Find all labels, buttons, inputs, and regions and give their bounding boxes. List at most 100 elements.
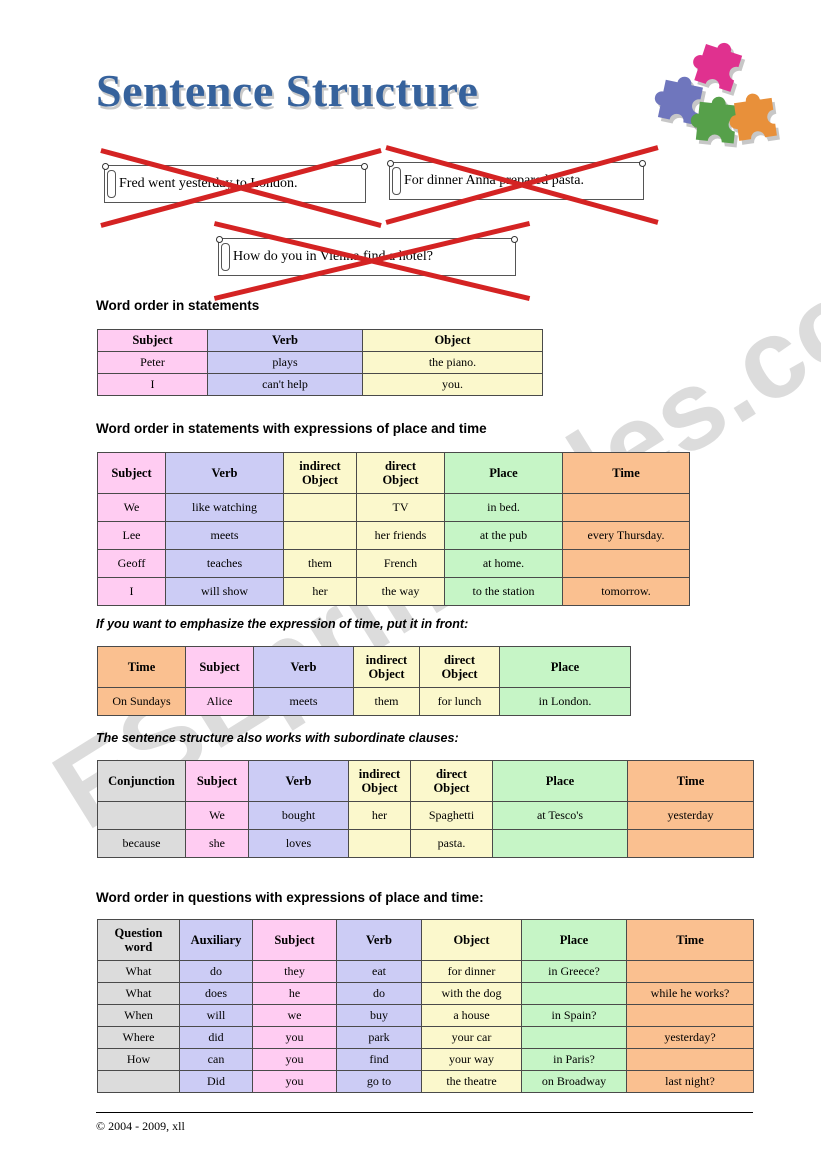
- table-questions: Question word Auxiliary Subject Verb Object Pl…: [97, 919, 754, 1093]
- caption-subordinate-clauses: The sentence structure also works with s…: [96, 731, 459, 745]
- table-cell: a house: [421, 1004, 522, 1027]
- table-cell: go to: [336, 1070, 422, 1093]
- column-header-verb: Verb: [336, 919, 422, 961]
- table-cell: Lee: [97, 521, 166, 550]
- table-cell: teaches: [165, 549, 284, 578]
- table-header-row: Subject Verb indirect Object direct Object Pla…: [97, 452, 690, 494]
- wrong-sentence-box-1: Fred went yesterday to London.: [102, 163, 368, 203]
- table-cell: you.: [362, 373, 543, 396]
- table-header-row: Subject Verb Object: [97, 329, 543, 352]
- table-statements: Subject Verb Object Peter plays the piano. Ic…: [97, 329, 543, 396]
- table-cell: like watching: [165, 493, 284, 522]
- table-cell: in bed.: [444, 493, 563, 522]
- copyright-notice: © 2004 - 2009, xll: [96, 1119, 185, 1133]
- textbox-handle: [216, 236, 223, 243]
- table-cell: every Thursday.: [562, 521, 690, 550]
- table-cell: the way: [356, 577, 445, 606]
- table-cell: [97, 801, 186, 830]
- table-cell: park: [336, 1026, 422, 1049]
- table-cell: the theatre: [421, 1070, 522, 1093]
- table-row: What do they eat for dinner in Greece?: [97, 960, 754, 983]
- table-row: We bought her Spaghetti at Tesco's yesterday: [97, 801, 754, 830]
- column-header-direct-object: direct Object: [410, 760, 493, 802]
- table-cell: [521, 1026, 627, 1049]
- table-cell: Where: [97, 1026, 180, 1049]
- table-cell: [521, 982, 627, 1005]
- column-header-question-word: Question word: [97, 919, 180, 961]
- table-cell: them: [353, 687, 420, 716]
- table-cell: What: [97, 982, 180, 1005]
- table-cell: for lunch: [419, 687, 500, 716]
- column-header-place: Place: [521, 919, 627, 961]
- table-cell: We: [185, 801, 249, 830]
- textbox-grip: [107, 170, 116, 198]
- table-cell: can: [179, 1048, 253, 1071]
- table-cell: in Paris?: [521, 1048, 627, 1071]
- table-cell: because: [97, 829, 186, 858]
- column-header-subject: Subject: [252, 919, 337, 961]
- table-header-row: Question word Auxiliary Subject Verb Object Pl…: [97, 919, 754, 961]
- table-cell: Spaghetti: [410, 801, 493, 830]
- wrong-sentence-text: For dinner Anna prepared pasta.: [404, 173, 584, 188]
- table-cell: her friends: [356, 521, 445, 550]
- table-cell: [627, 829, 754, 858]
- table-cell: in Spain?: [521, 1004, 627, 1027]
- table-cell: do: [336, 982, 422, 1005]
- column-header-indirect-object: indirect Object: [353, 646, 420, 688]
- column-header-time: Time: [627, 760, 754, 802]
- table-cell: can't help: [207, 373, 363, 396]
- table-cell: did: [179, 1026, 253, 1049]
- table-cell: while he works?: [626, 982, 754, 1005]
- table-cell: yesterday?: [626, 1026, 754, 1049]
- textbox-grip: [221, 243, 230, 271]
- table-cell: [492, 829, 628, 858]
- wrong-sentence-text: Fred went yesterday to London.: [119, 176, 298, 191]
- textbox-handle: [361, 163, 368, 170]
- table-cell: [97, 1070, 180, 1093]
- table-cell: your car: [421, 1026, 522, 1049]
- table-cell: Geoff: [97, 549, 166, 578]
- caption-emphasis-time: If you want to emphasize the expression …: [96, 617, 469, 631]
- table-cell: they: [252, 960, 337, 983]
- table-cell: Peter: [97, 351, 208, 374]
- column-header-place: Place: [499, 646, 631, 688]
- table-cell: her: [348, 801, 411, 830]
- table-cell: pasta.: [410, 829, 493, 858]
- column-header-object: Object: [421, 919, 522, 961]
- column-header-place: Place: [492, 760, 628, 802]
- table-cell: I: [97, 373, 208, 396]
- table-cell: [626, 960, 754, 983]
- table-cell: tomorrow.: [562, 577, 690, 606]
- table-cell: will show: [165, 577, 284, 606]
- wrong-sentence-box-3: How do you in Vienna find a hotel?: [216, 236, 518, 276]
- table-cell: [562, 493, 690, 522]
- table-cell: bought: [248, 801, 349, 830]
- table-cell: we: [252, 1004, 337, 1027]
- table-cell: in Greece?: [521, 960, 627, 983]
- table-cell: [562, 549, 690, 578]
- table-cell: French: [356, 549, 445, 578]
- table-row: Iwill show her the way to the station tomorr…: [97, 577, 690, 606]
- table-row: Did you go to the theatre on Broadway last ni…: [97, 1070, 754, 1093]
- table-row: What does he do with the dog while he works?: [97, 982, 754, 1005]
- table-place-time: Subject Verb indirect Object direct Object Pla…: [97, 452, 690, 606]
- table-cell: on Broadway: [521, 1070, 627, 1093]
- table-cell: you: [252, 1026, 337, 1049]
- table-cell: [283, 493, 357, 522]
- table-cell: he: [252, 982, 337, 1005]
- table-cell: yesterday: [627, 801, 754, 830]
- table-cell: you: [252, 1048, 337, 1071]
- worksheet-page: Sentence Structure Fred went yesterday t…: [0, 0, 821, 1169]
- table-header-row: Time Subject Verb indirect Object direct Objec…: [97, 646, 631, 688]
- table-cell: her: [283, 577, 357, 606]
- table-cell: she: [185, 829, 249, 858]
- table-cell: at the pub: [444, 521, 563, 550]
- table-cell: We: [97, 493, 166, 522]
- wrong-sentence-text: How do you in Vienna find a hotel?: [233, 249, 433, 264]
- table-row: because she loves pasta.: [97, 829, 754, 858]
- table-row: Ican't help you.: [97, 373, 543, 396]
- table-cell: How: [97, 1048, 180, 1071]
- table-row: We like watching TV in bed.: [97, 493, 690, 522]
- table-cell: to the station: [444, 577, 563, 606]
- table-cell: will: [179, 1004, 253, 1027]
